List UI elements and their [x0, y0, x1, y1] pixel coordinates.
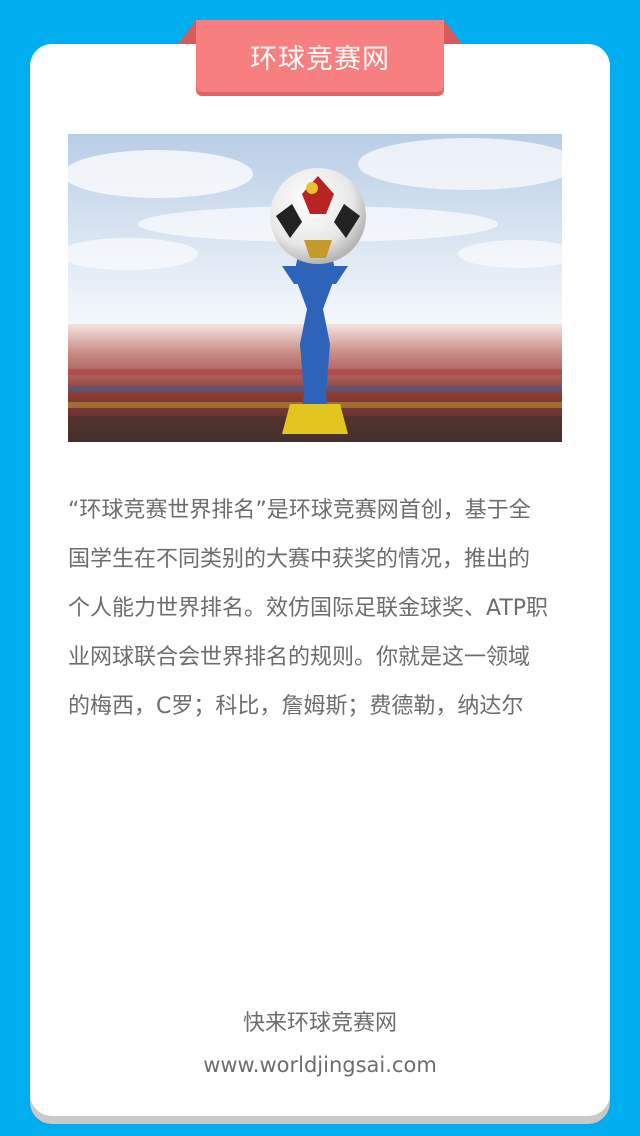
intro-line: 的梅西，C罗；科比，詹姆斯；费德勒，纳达尔 [68, 694, 524, 719]
header-ribbon: 环球竞赛网 [196, 20, 444, 92]
football-tower-illustration [68, 134, 562, 442]
intro-line: 国学生在不同类别的大赛中获奖的情况，推出的 [68, 547, 531, 572]
intro-line: 个人能力世界排名。效仿国际足联金球奖、ATP职 [68, 596, 549, 621]
intro-line: 业网球联合会世界排名的规则。你就是这一领域 [68, 645, 531, 670]
page-title: 环球竞赛网 [250, 43, 390, 75]
intro-line: “环球竞赛世界排名”是环球竞赛网首创，基于全 [68, 498, 531, 523]
footer-cta: 快来环球竞赛网 [242, 1011, 397, 1036]
ribbon-fold-left [178, 20, 196, 44]
ribbon-fold-right [444, 20, 462, 44]
footer-url-link[interactable]: www.worldjingsai.com [0, 1053, 640, 1077]
intro-paragraph: “环球竞赛世界排名”是环球竞赛网首创，基于全 国学生在不同类别的大赛中获奖的情况… [68, 486, 588, 731]
hero-image [68, 134, 562, 442]
